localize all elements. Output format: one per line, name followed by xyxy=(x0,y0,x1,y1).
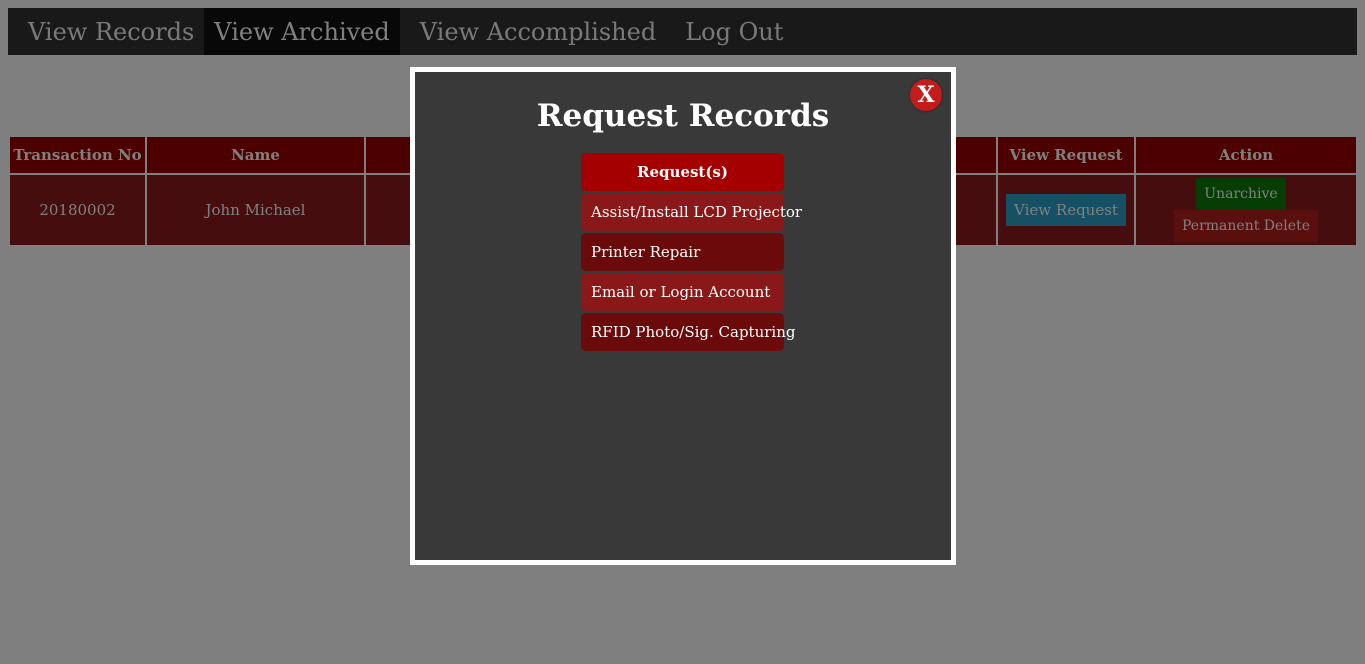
list-item: Email or Login Account xyxy=(581,273,784,311)
modal-title: Request Records xyxy=(536,98,830,134)
request-list-header: Request(s) xyxy=(581,153,784,191)
request-list: Request(s) Assist/Install LCD Projector … xyxy=(581,153,802,353)
list-item: RFID Photo/Sig. Capturing xyxy=(581,313,795,351)
close-icon[interactable]: X xyxy=(910,79,942,111)
request-records-modal: Request Records X Request(s) Assist/Inst… xyxy=(410,67,956,565)
list-item: Printer Repair xyxy=(581,233,784,271)
list-item: Assist/Install LCD Projector xyxy=(581,193,802,231)
